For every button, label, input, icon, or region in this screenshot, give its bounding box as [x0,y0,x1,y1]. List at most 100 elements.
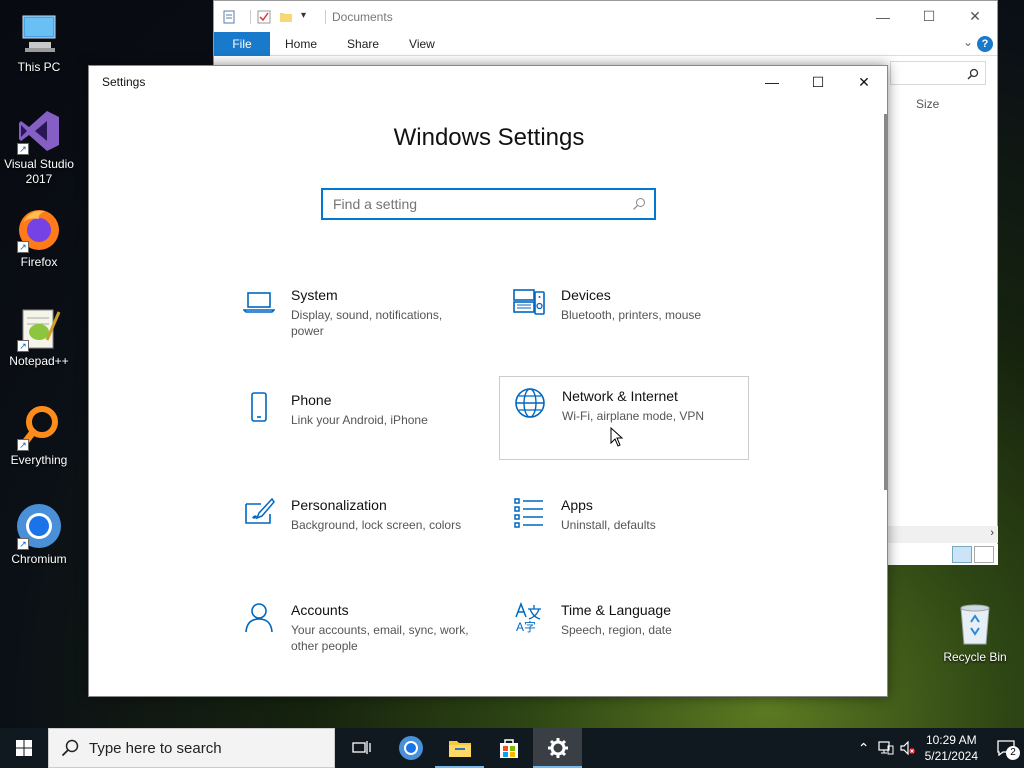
clock-date: 5/21/2024 [924,749,978,763]
shortcut-arrow-icon: ↗ [17,439,29,451]
ribbon-tab-share[interactable]: Share [332,37,394,51]
desktop-icon-label: This PC [17,60,61,74]
settings-search-box[interactable] [321,188,656,220]
shortcut-arrow-icon: ↗ [17,241,29,253]
settings-tile-system[interactable]: System Display, sound, notifications, po… [229,276,479,360]
new-folder-icon[interactable] [279,10,293,24]
ribbon-expand-chevron-icon[interactable]: ⌄ [963,35,973,49]
settings-window[interactable]: Settings — ☐ ✕ Windows Settings System D… [88,65,888,697]
task-view-button[interactable] [337,728,386,768]
task-view-icon [351,741,371,754]
minimize-icon[interactable]: — [860,1,906,32]
desktop-icon-notepad-plus-plus[interactable]: ↗ Notepad++ [0,304,78,369]
network-icon[interactable] [875,741,897,755]
desktop-icon-label: Chromium [11,552,67,566]
toolbar-divider [250,9,251,24]
maximize-icon[interactable]: ☐ [906,1,952,32]
ribbon-tab-file[interactable]: File [214,31,270,56]
chromium-icon: ↗ [15,502,63,550]
toolbar-divider [325,9,326,24]
taskbar-search-box[interactable]: Type here to search [48,728,335,768]
mouse-cursor-icon [610,426,624,452]
tile-description: Your accounts, email, sync, work, other … [291,623,469,653]
shortcut-arrow-icon: ↗ [17,143,29,155]
person-icon [243,601,275,633]
tile-description: Link your Android, iPhone [291,413,428,427]
paintbrush-icon [243,496,275,528]
page-title: Windows Settings [393,124,585,151]
settings-tile-accounts[interactable]: Accounts Your accounts, email, sync, wor… [229,591,479,675]
maximize-icon[interactable]: ☐ [795,66,841,98]
column-header-size[interactable]: Size [916,97,939,111]
tile-title: Network & Internet [562,388,678,404]
desktop-icon-visual-studio[interactable]: ↗ Visual Studio 2017 [0,107,78,187]
tile-description: Wi-Fi, airplane mode, VPN [562,409,705,423]
windows-logo-icon [16,740,32,756]
taskbar-search-placeholder: Type here to search [89,739,222,757]
taskbar-settings[interactable] [533,728,582,768]
tile-title: Apps [561,497,593,513]
action-center-button[interactable]: 2 [988,728,1024,768]
settings-tile-devices[interactable]: Devices Bluetooth, printers, mouse [499,276,749,360]
search-icon [61,739,79,757]
settings-search-input[interactable] [333,196,623,212]
checkmark-icon[interactable] [257,10,271,24]
taskbar: Type here to search ⌃ 10:29 AM 5/21/2024… [0,728,1024,768]
taskbar-microsoft-store[interactable] [484,728,533,768]
minimize-icon[interactable]: — [749,66,795,98]
tile-description: Uninstall, defaults [561,518,656,532]
desktop-icon-recycle-bin[interactable]: Recycle Bin [936,602,1014,664]
close-icon[interactable]: ✕ [841,66,887,98]
tile-title: Phone [291,392,332,408]
settings-tile-time-language[interactable]: A字 Time & Language Speech, region, date [499,591,749,675]
ribbon-tab-view[interactable]: View [394,37,450,51]
settings-tile-personalization[interactable]: Personalization Background, lock screen,… [229,486,479,570]
start-button[interactable] [0,728,48,768]
large-icons-view-icon[interactable] [974,546,994,563]
firefox-icon: ↗ [15,205,63,253]
desktop-icon-firefox[interactable]: ↗ Firefox [0,205,78,270]
store-icon [499,739,518,758]
close-icon[interactable]: ✕ [952,1,998,32]
desktop-icon-chromium[interactable]: ↗ Chromium [0,502,78,567]
explorer-search-box[interactable] [890,61,986,85]
tile-description: Display, sound, notifications, power [291,308,443,338]
taskbar-file-explorer[interactable] [435,728,484,768]
desktop-icon-label: Everything [10,453,68,467]
settings-window-title: Settings [102,75,146,89]
tile-title: Accounts [291,602,349,618]
desktop-icon-this-pc[interactable]: This PC [0,10,78,75]
explorer-ribbon-tabs: File Home Share View [214,31,997,56]
desktop-icon-label: Recycle Bin [943,650,1007,664]
time-language-icon: A字 [513,601,545,634]
search-icon [632,197,646,216]
laptop-icon [242,286,276,318]
notepad-plus-plus-icon: ↗ [15,304,63,352]
clock[interactable]: 10:29 AM 5/21/2024 [925,732,978,764]
desktop-icon-everything[interactable]: ↗ Everything [0,403,78,468]
ribbon-tab-home[interactable]: Home [270,37,332,51]
settings-tile-phone[interactable]: Phone Link your Android, iPhone [229,381,479,465]
help-icon[interactable]: ? [977,36,993,52]
recycle-bin-icon [951,602,999,646]
tile-title: Personalization [291,497,387,513]
keyboard-speaker-icon [513,286,545,318]
clock-time: 10:29 AM [925,733,977,747]
tile-description: Speech, region, date [561,623,672,637]
details-view-icon[interactable] [952,546,972,563]
vertical-scrollbar[interactable] [884,114,887,490]
desktop-icon-label: Firefox [20,255,58,269]
taskbar-chromium[interactable] [386,728,435,768]
scroll-right-arrow-icon[interactable]: › [990,527,994,539]
properties-icon[interactable] [222,10,236,24]
volume-muted-icon[interactable] [897,741,919,755]
settings-tile-apps[interactable]: Apps Uninstall, defaults [499,486,749,570]
explorer-window-title: Documents [332,9,393,24]
show-hidden-icons-chevron-icon[interactable]: ⌃ [853,740,875,757]
dropdown-arrow-icon[interactable]: ▾ [301,10,311,24]
desktop-icon-label: Notepad++ [9,354,69,368]
settings-tile-network-internet[interactable]: Network & Internet Wi-Fi, airplane mode,… [499,376,749,460]
desktop-icon-label: Visual Studio 2017 [4,157,74,186]
horizontal-scrollbar[interactable]: › [888,526,998,543]
visual-studio-icon: ↗ [15,107,63,155]
